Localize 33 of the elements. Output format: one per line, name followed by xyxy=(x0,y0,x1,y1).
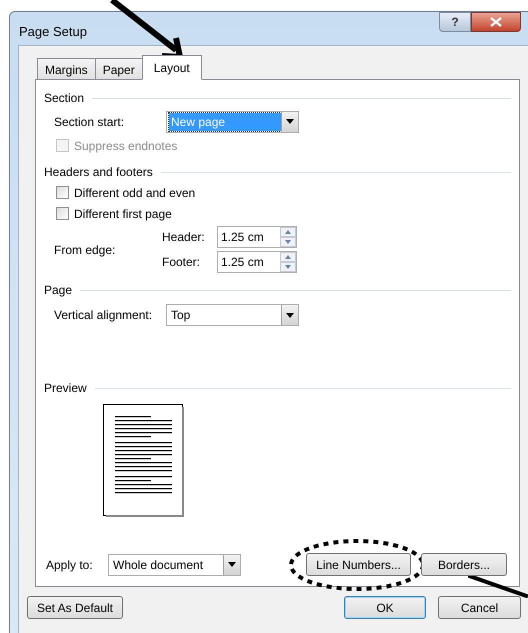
checkbox[interactable] xyxy=(56,207,69,220)
tab[interactable]: Margins xyxy=(37,58,96,80)
dropdown[interactable]: Top xyxy=(166,304,299,326)
spin-arrows-icon xyxy=(280,227,296,247)
field-label: Apply to: xyxy=(45,556,94,574)
close-icon xyxy=(490,17,502,27)
checkbox[interactable] xyxy=(56,186,69,199)
spin-field[interactable]: 1.25 cm xyxy=(217,226,297,248)
dialog-button[interactable]: Cancel xyxy=(438,596,521,619)
group-heading: Section xyxy=(44,90,84,107)
field-label: From edge: xyxy=(54,242,116,258)
field-label: Footer: xyxy=(162,254,202,271)
checkbox-label: Different first page xyxy=(74,206,172,222)
dropdown[interactable]: Whole document xyxy=(108,554,241,576)
spin-field[interactable]: 1.25 cm xyxy=(217,251,297,273)
window-title: Page Setup xyxy=(19,23,87,41)
group-heading: Page xyxy=(44,282,72,299)
dialog-button[interactable]: Set As Default xyxy=(27,596,123,619)
dialog-button[interactable]: OK xyxy=(344,596,426,619)
group-heading: Preview xyxy=(44,380,87,397)
tab[interactable]: Paper xyxy=(94,58,143,80)
checkbox-label: Different odd and even xyxy=(74,184,196,202)
field-label: Vertical alignment: xyxy=(54,307,154,324)
checkbox-label: Suppress endnotes xyxy=(74,138,178,154)
help-button[interactable]: ? xyxy=(439,12,471,32)
group-heading: Headers and footers xyxy=(44,164,153,181)
close-button[interactable] xyxy=(471,12,521,32)
dialog-button[interactable]: Borders... xyxy=(421,553,507,576)
dialog-button[interactable]: Line Numbers... xyxy=(306,553,411,576)
spin-arrows-icon xyxy=(280,252,296,272)
tab[interactable]: Layout xyxy=(142,55,202,80)
field-label: Section start: xyxy=(54,114,126,130)
field-label: Header: xyxy=(162,229,206,246)
